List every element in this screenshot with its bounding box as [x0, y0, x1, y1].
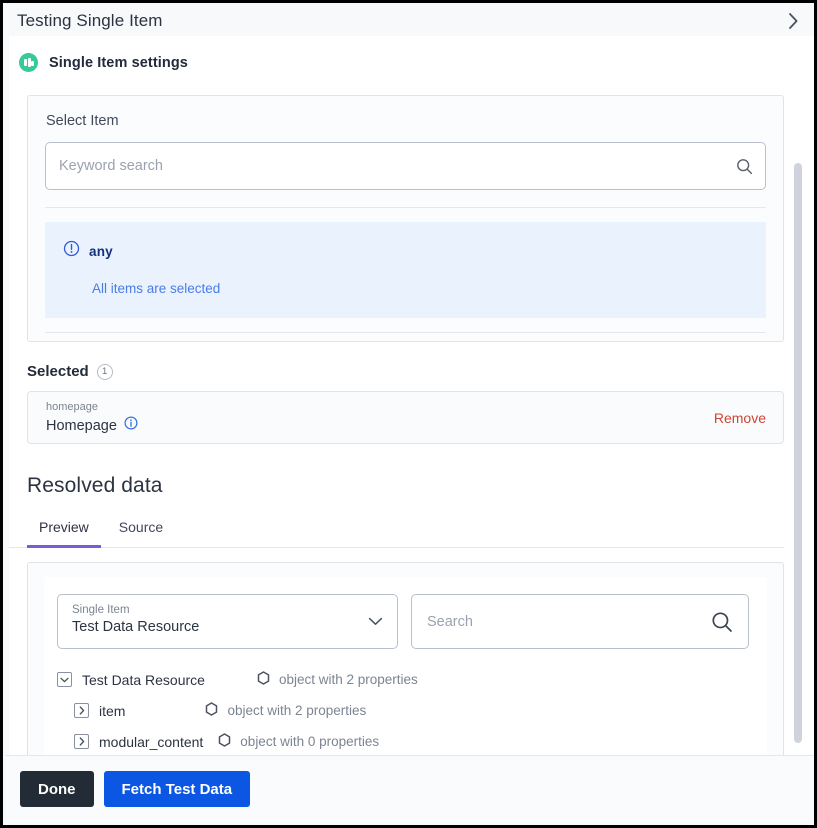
chevron-right-icon[interactable] [74, 703, 89, 718]
scrollbar-thumb[interactable] [794, 163, 802, 743]
resolved-data-tree: Test Data Resource object with 2 propert… [57, 649, 767, 761]
data-source-select-value: Test Data Resource [72, 619, 397, 635]
fetch-test-data-button[interactable]: Fetch Test Data [104, 771, 251, 807]
tab-preview[interactable]: Preview [27, 519, 101, 548]
tree-row[interactable]: Test Data Resource object with 2 propert… [57, 664, 767, 695]
settings-header: Single Item settings [9, 36, 796, 72]
resolved-data-title: Resolved data [9, 444, 796, 498]
select-item-card: Select Item [27, 95, 784, 342]
search-input[interactable] [46, 143, 765, 189]
done-button[interactable]: Done [20, 771, 94, 807]
selected-header: Selected 1 [9, 342, 796, 380]
hexagon-object-icon [205, 702, 218, 719]
tree-node-value-text: object with 2 properties [227, 703, 366, 718]
info-circle-icon[interactable] [124, 416, 138, 435]
kontent-logo-icon [19, 53, 38, 72]
dialog-body: Single Item settings Select Item [9, 36, 814, 761]
card-divider-top [45, 207, 766, 208]
data-source-select-label: Single Item [72, 603, 397, 618]
dialog-window: Testing Single Item Single Item settings… [0, 0, 817, 828]
exclamation-circle-icon [63, 240, 80, 262]
window-title: Testing Single Item [6, 11, 163, 31]
tree-row[interactable]: item object with 2 properties [57, 695, 767, 726]
resolved-data-tabs: Preview Source [9, 498, 784, 548]
hexagon-object-icon [257, 671, 270, 688]
search-icon[interactable] [735, 157, 753, 175]
tree-node-value: object with 2 properties [257, 671, 418, 688]
vertical-scrollbar[interactable] [791, 36, 805, 761]
selected-label: Selected [27, 363, 89, 380]
keyword-search-field[interactable] [45, 142, 766, 190]
tree-node-name: modular_content [99, 734, 203, 750]
search-icon[interactable] [711, 611, 733, 633]
window-titlebar: Testing Single Item [6, 6, 817, 36]
notice-title: any [89, 244, 113, 259]
selected-count-badge: 1 [97, 364, 113, 380]
notice-message: All items are selected [63, 262, 748, 296]
tree-node-name: item [99, 703, 125, 719]
tree-node-value: object with 0 properties [218, 733, 379, 750]
hexagon-object-icon [218, 733, 231, 750]
selected-item-codename: homepage [46, 400, 138, 415]
tree-node-value-text: object with 2 properties [279, 672, 418, 687]
selected-item-row[interactable]: homepage Homepage Remove [27, 391, 784, 444]
select-item-label: Select Item [45, 113, 766, 142]
preview-panel: Single Item Test Data Resource [27, 562, 784, 761]
chevron-down-icon[interactable] [57, 672, 72, 687]
settings-header-label: Single Item settings [49, 55, 188, 71]
card-divider-bottom [45, 332, 766, 333]
chevron-right-icon[interactable] [74, 734, 89, 749]
preview-search-input[interactable] [412, 595, 748, 648]
tree-row[interactable]: modular_content object with 0 properties [57, 726, 767, 757]
tree-node-name: Test Data Resource [82, 672, 205, 688]
selected-item-name: Homepage [46, 418, 117, 434]
all-items-notice: any All items are selected [45, 222, 766, 318]
data-source-select[interactable]: Single Item Test Data Resource [57, 594, 398, 649]
tree-node-value: object with 2 properties [205, 702, 366, 719]
selected-item-info: homepage Homepage [46, 400, 138, 435]
preview-search-field[interactable] [411, 594, 749, 649]
tree-node-value-text: object with 0 properties [240, 734, 379, 749]
chevron-down-icon[interactable] [368, 613, 383, 631]
chevron-right-icon[interactable] [783, 10, 803, 32]
remove-button[interactable]: Remove [714, 410, 766, 426]
dialog-footer: Done Fetch Test Data [6, 755, 817, 822]
tab-source[interactable]: Source [107, 519, 175, 548]
